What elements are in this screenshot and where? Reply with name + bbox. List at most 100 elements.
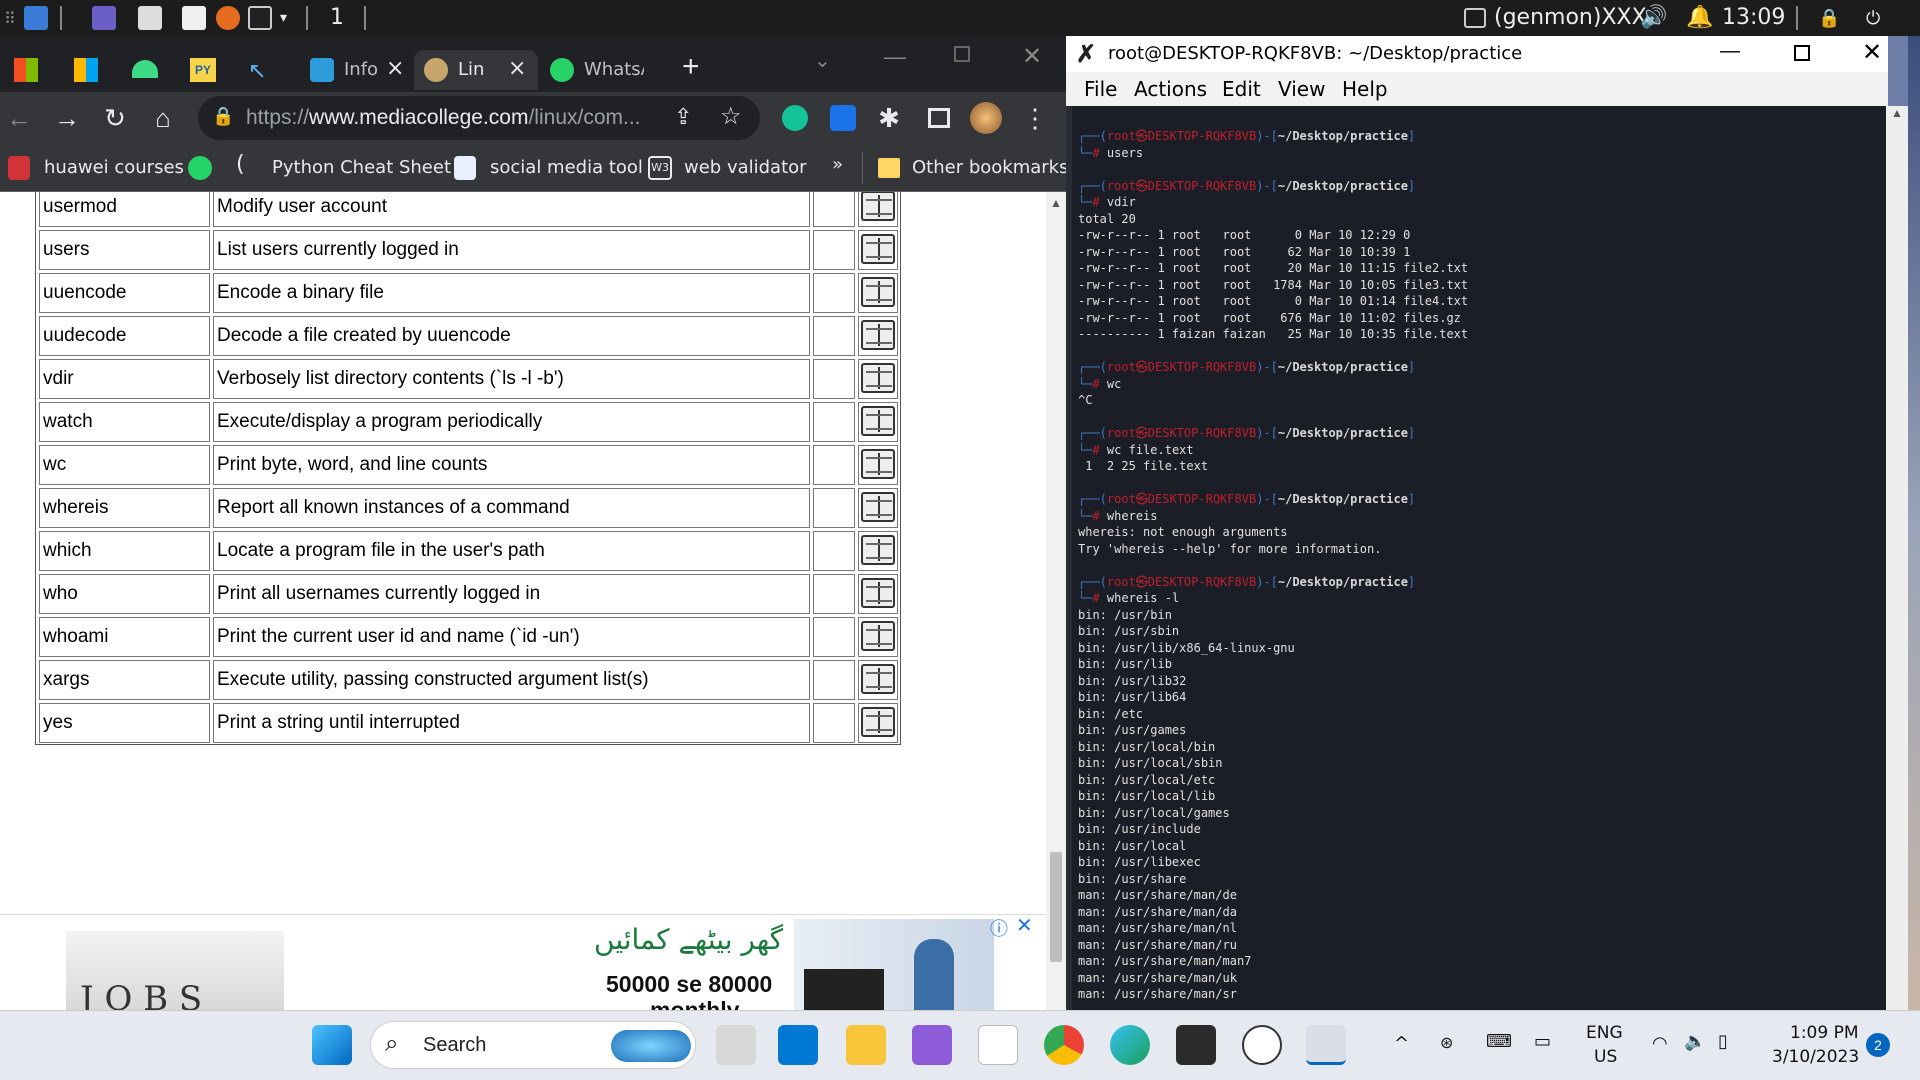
manual-link[interactable] <box>858 316 898 356</box>
book-icon[interactable] <box>861 707 895 737</box>
manual-link[interactable] <box>858 617 898 657</box>
terminal-launcher-icon[interactable] <box>248 6 272 30</box>
side-panel-icon[interactable] <box>928 108 950 128</box>
panel-clock[interactable]: 13:09 <box>1722 5 1785 30</box>
forward-icon[interactable]: → <box>52 103 82 133</box>
book-icon[interactable] <box>861 320 895 350</box>
bookmarks-overflow-icon[interactable]: » <box>832 154 843 186</box>
minimize-icon[interactable]: — <box>1720 40 1740 63</box>
extension-icon[interactable] <box>830 105 856 131</box>
manual-link[interactable] <box>858 574 898 614</box>
back-icon[interactable]: ← <box>4 103 34 133</box>
battery-icon[interactable]: ▯ <box>1718 1031 1728 1052</box>
penguin-app-icon[interactable] <box>1242 1025 1282 1065</box>
app-menu-icon[interactable] <box>24 6 48 30</box>
manual-link[interactable] <box>858 192 898 227</box>
edge-beta-icon[interactable] <box>1110 1025 1150 1065</box>
language-indicator[interactable]: ENG <box>1586 1023 1623 1043</box>
pointer-app-icon[interactable]: ↖ <box>248 58 274 83</box>
book-icon[interactable] <box>861 535 895 565</box>
microsoft-app-icon[interactable] <box>74 58 98 82</box>
manual-link[interactable] <box>858 531 898 571</box>
desktop-icon[interactable] <box>92 6 116 30</box>
xserver-icon[interactable] <box>1306 1025 1346 1065</box>
extensions-puzzle-icon[interactable]: ✱ <box>874 103 904 133</box>
file-explorer-icon[interactable] <box>846 1025 886 1065</box>
tab-whatsapp[interactable]: WhatsApp <box>540 50 664 90</box>
menu-help[interactable]: Help <box>1342 77 1388 101</box>
book-icon[interactable] <box>861 363 895 393</box>
menu-file[interactable]: File <box>1084 77 1117 101</box>
menu-edit[interactable]: Edit <box>1222 77 1261 101</box>
taskbar-search[interactable]: ⌕ Search <box>370 1021 696 1069</box>
address-bar[interactable]: 🔒 https://www.mediacollege.com/linux/com… <box>198 96 760 140</box>
book-icon[interactable] <box>861 578 895 608</box>
keyboard-layout[interactable]: US <box>1594 1047 1617 1067</box>
terminal-app-icon[interactable] <box>1176 1025 1216 1065</box>
visual-studio-icon[interactable] <box>912 1025 952 1065</box>
reload-icon[interactable]: ↻ <box>100 103 130 133</box>
manual-link[interactable] <box>858 402 898 442</box>
share-icon[interactable]: ⇪ <box>674 104 692 130</box>
book-icon[interactable] <box>861 277 895 307</box>
book-icon[interactable] <box>861 192 895 221</box>
text-editor-icon[interactable] <box>182 6 206 30</box>
manual-link[interactable] <box>858 703 898 743</box>
tab-search-chevron-icon[interactable]: ⌄ <box>814 48 831 73</box>
windows-app-icon[interactable] <box>14 58 38 82</box>
tray-app-icon[interactable]: ⊛ <box>1440 1033 1453 1052</box>
display-icon[interactable]: ▭ <box>1534 1031 1551 1052</box>
url-text[interactable]: https://www.mediacollege.com/linux/com..… <box>246 106 666 130</box>
remote-desktop-icon[interactable] <box>978 1025 1018 1065</box>
vscode-icon[interactable] <box>778 1025 818 1065</box>
book-icon[interactable] <box>861 234 895 264</box>
chevron-down-icon[interactable]: ▾ <box>280 10 287 26</box>
maximize-icon[interactable] <box>1794 45 1810 61</box>
scroll-up-icon[interactable]: ▲ <box>1050 196 1062 210</box>
window-close-icon[interactable]: ✕ <box>1862 38 1882 67</box>
jobs-ad-image[interactable]: J O B S <box>66 931 284 1010</box>
manual-link[interactable] <box>858 273 898 313</box>
lock-icon[interactable]: 🔒 <box>1818 8 1840 29</box>
menu-actions[interactable]: Actions <box>1134 77 1207 101</box>
scroll-up-icon[interactable]: ▲ <box>1891 106 1903 120</box>
bookmark-whatsapp[interactable] <box>188 152 214 184</box>
maximize-icon[interactable] <box>954 46 970 62</box>
profile-avatar[interactable] <box>970 102 1002 134</box>
tab-linux[interactable]: Linux × <box>414 50 538 90</box>
firefox-icon[interactable] <box>216 6 240 30</box>
task-view-icon[interactable] <box>716 1025 756 1065</box>
manual-link[interactable] <box>858 660 898 700</box>
book-icon[interactable] <box>861 406 895 436</box>
ad-close-icon[interactable]: ✕ <box>1016 913 1033 938</box>
ad-info-icon[interactable]: ⓘ <box>990 915 1008 941</box>
book-icon[interactable] <box>861 621 895 651</box>
home-icon[interactable]: ⌂ <box>148 103 178 133</box>
tray-chevron-up-icon[interactable]: ^ <box>1394 1033 1409 1054</box>
book-icon[interactable] <box>861 449 895 479</box>
advertisement[interactable]: J O B S گھر بیٹھے کمائیں 50000 se 80000 … <box>0 914 1046 1010</box>
chrome-icon[interactable] <box>1044 1025 1084 1065</box>
menu-kebab-icon[interactable]: ⋮ <box>1020 103 1050 133</box>
urdu-ad-banner[interactable]: گھر بیٹھے کمائیں 50000 se 80000 monthly <box>554 915 996 1010</box>
terminal-scrollbar[interactable]: ▲ <box>1886 106 1908 1010</box>
speaker-icon[interactable]: 🔈 <box>1684 1031 1706 1052</box>
file-manager-icon[interactable] <box>138 6 162 30</box>
wifi-icon[interactable]: ◠ <box>1652 1033 1668 1054</box>
manual-link[interactable] <box>858 445 898 485</box>
terminal-output[interactable]: ┌──(root㉿DESKTOP-RQKF8VB)-[~/Desktop/pra… <box>1066 106 1888 1010</box>
close-icon[interactable]: × <box>508 56 526 81</box>
taskbar-date[interactable]: 3/10/2023 <box>1772 1047 1859 1067</box>
window-close-icon[interactable]: ✕ <box>1022 42 1042 71</box>
manual-link[interactable] <box>858 359 898 399</box>
lock-icon[interactable]: 🔒 <box>212 106 234 127</box>
python-app-icon[interactable]: PY <box>190 58 216 82</box>
volume-icon[interactable]: 🔊 <box>1640 5 1667 30</box>
android-icon[interactable] <box>132 60 158 78</box>
book-icon[interactable] <box>861 664 895 694</box>
notification-bell-icon[interactable]: 🔔 <box>1686 5 1713 30</box>
grammarly-icon[interactable] <box>782 105 808 131</box>
minimize-icon[interactable]: — <box>884 44 906 70</box>
taskbar-time[interactable]: 1:09 PM <box>1790 1023 1859 1043</box>
scrollbar-thumb[interactable] <box>1050 852 1062 962</box>
